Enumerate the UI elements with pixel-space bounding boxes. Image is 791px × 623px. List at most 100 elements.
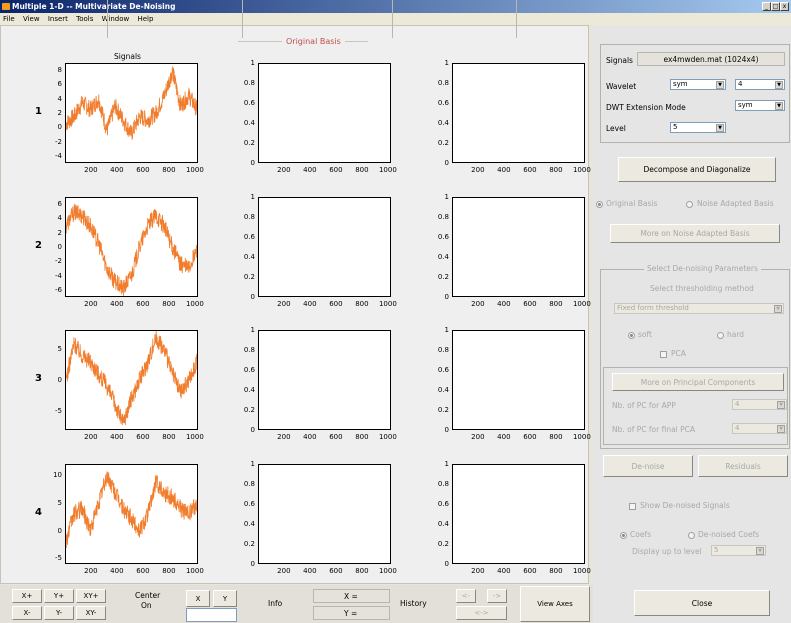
zoom-section [0,0,108,38]
decompose-button[interactable]: Decompose and Diagonalize [618,157,776,182]
nb-pc-app-value: 4 [735,400,740,408]
y-tick-label: 0.6 [243,233,255,241]
noise-basis-radio[interactable] [686,201,693,208]
x-tick-label: 800 [549,567,563,575]
empty-axes[interactable] [258,464,391,564]
x-tick-label: 400 [110,567,124,575]
pca-label: PCA [671,349,686,358]
center-section [108,0,243,38]
wavelet-order-popup[interactable]: 4 ▼ [735,79,785,90]
extension-mode-popup[interactable]: sym ▼ [735,100,785,111]
y-tick-label: 0.2 [243,540,255,548]
signals-label: Signals [606,56,633,65]
center-label: Center [135,591,161,600]
x-tick-label: 200 [277,433,291,441]
x-tick-label: 600 [136,433,150,441]
original-basis-label: Original Basis [606,199,658,208]
x-tick-label: 1000 [378,166,397,174]
empty-axes[interactable] [452,330,585,430]
y-tick-label: 0.8 [437,346,449,354]
zoom-xy-plus-button[interactable]: XY+ [76,589,106,603]
y-tick-label: 0.2 [437,406,449,414]
more-noise-basis-button[interactable]: More on Noise Adapted Basis [610,224,780,243]
nb-pc-app-popup[interactable]: 4 ▼ [732,399,787,410]
empty-axes[interactable] [258,330,391,430]
y-tick-label: 0.2 [437,139,449,147]
y-tick-label: 1 [250,59,255,67]
x-tick-label: 800 [549,433,563,441]
nb-pc-final-popup[interactable]: 4 ▼ [732,423,787,434]
x-tick-label: 600 [329,433,343,441]
empty-axes[interactable] [258,197,391,297]
x-tick-label: 1000 [572,300,591,308]
y-tick-label: 5 [57,344,62,353]
show-denoised-checkbox[interactable] [629,503,636,510]
residuals-button[interactable]: Residuals [698,455,788,477]
minimize-button[interactable]: _ [762,2,771,11]
close-button[interactable]: Close [634,590,770,616]
zoom-xy-minus-button[interactable]: XY- [76,606,106,620]
info-section [243,0,393,38]
denoised-coefs-radio[interactable] [688,532,695,539]
history-section [393,0,517,38]
y-tick-label: 0.4 [437,386,449,394]
signals-column-title: Signals [114,52,141,61]
history-forward-button[interactable]: -> [487,589,507,603]
more-pc-button[interactable]: More on Principal Components [612,373,784,391]
empty-axes[interactable] [452,464,585,564]
select-params-title: Select De-noising Parameters [644,264,761,274]
y-tick-label: 8 [57,66,62,75]
x-tick-label: 400 [110,166,124,174]
y-tick-label: 0.8 [437,79,449,87]
wavelet-family-popup[interactable]: sym ▼ [670,79,726,90]
history-both-button[interactable]: <-> [456,606,507,620]
x-tick-label: 800 [549,166,563,174]
display-level-popup[interactable]: 5 ▼ [711,545,766,556]
chevron-down-icon: ▼ [716,81,724,89]
signal-axes[interactable] [65,63,198,163]
zoom-y-plus-button[interactable]: Y+ [44,589,74,603]
empty-axes[interactable] [452,63,585,163]
threshold-method-popup[interactable]: Fixed form threshold ▼ [614,303,784,314]
soft-radio[interactable] [628,332,635,339]
empty-axes[interactable] [452,197,585,297]
x-tick-label: 1000 [185,300,204,308]
zoom-y-minus-button[interactable]: Y- [44,606,74,620]
x-tick-label: 200 [471,433,485,441]
y-tick-label: 0.4 [437,253,449,261]
zoom-x-plus-button[interactable]: X+ [12,589,42,603]
signal-axes[interactable] [65,197,198,297]
original-basis-title: Original Basis [282,37,345,46]
nb-pc-final-label: Nb. of PC for final PCA [612,425,696,434]
wavelet-order-value: 4 [738,80,743,88]
extension-mode-value: sym [738,101,753,109]
x-tick-label: 800 [355,433,369,441]
zoom-x-minus-button[interactable]: X- [12,606,42,620]
center-x-button[interactable]: X [186,590,210,607]
center-value-input[interactable] [186,608,237,622]
signal-axes[interactable] [65,330,198,430]
close-window-button[interactable]: x [780,2,789,11]
signal-axes[interactable] [65,464,198,564]
empty-axes[interactable] [258,63,391,163]
pca-checkbox[interactable] [660,351,667,358]
hard-radio[interactable] [717,332,724,339]
x-tick-label: 600 [523,433,537,441]
x-tick-label: 800 [162,300,176,308]
original-basis-radio[interactable] [596,201,603,208]
maximize-button[interactable]: □ [771,2,780,11]
level-popup[interactable]: 5 ▼ [670,122,726,133]
x-tick-label: 1000 [572,166,591,174]
level-label: Level [606,124,626,133]
denoise-button[interactable]: De-noise [603,455,693,477]
y-tick-label: 0 [444,293,449,301]
history-back-button[interactable]: <- [456,589,476,603]
y-tick-label: 0.8 [437,480,449,488]
center-y-button[interactable]: Y [213,590,237,607]
coefs-radio[interactable] [620,532,627,539]
y-tick-label: 0.6 [437,233,449,241]
y-tick-label: 0.6 [243,500,255,508]
y-tick-label: 0.8 [243,213,255,221]
x-tick-label: 600 [523,166,537,174]
view-axes-button[interactable]: View Axes [520,586,590,622]
